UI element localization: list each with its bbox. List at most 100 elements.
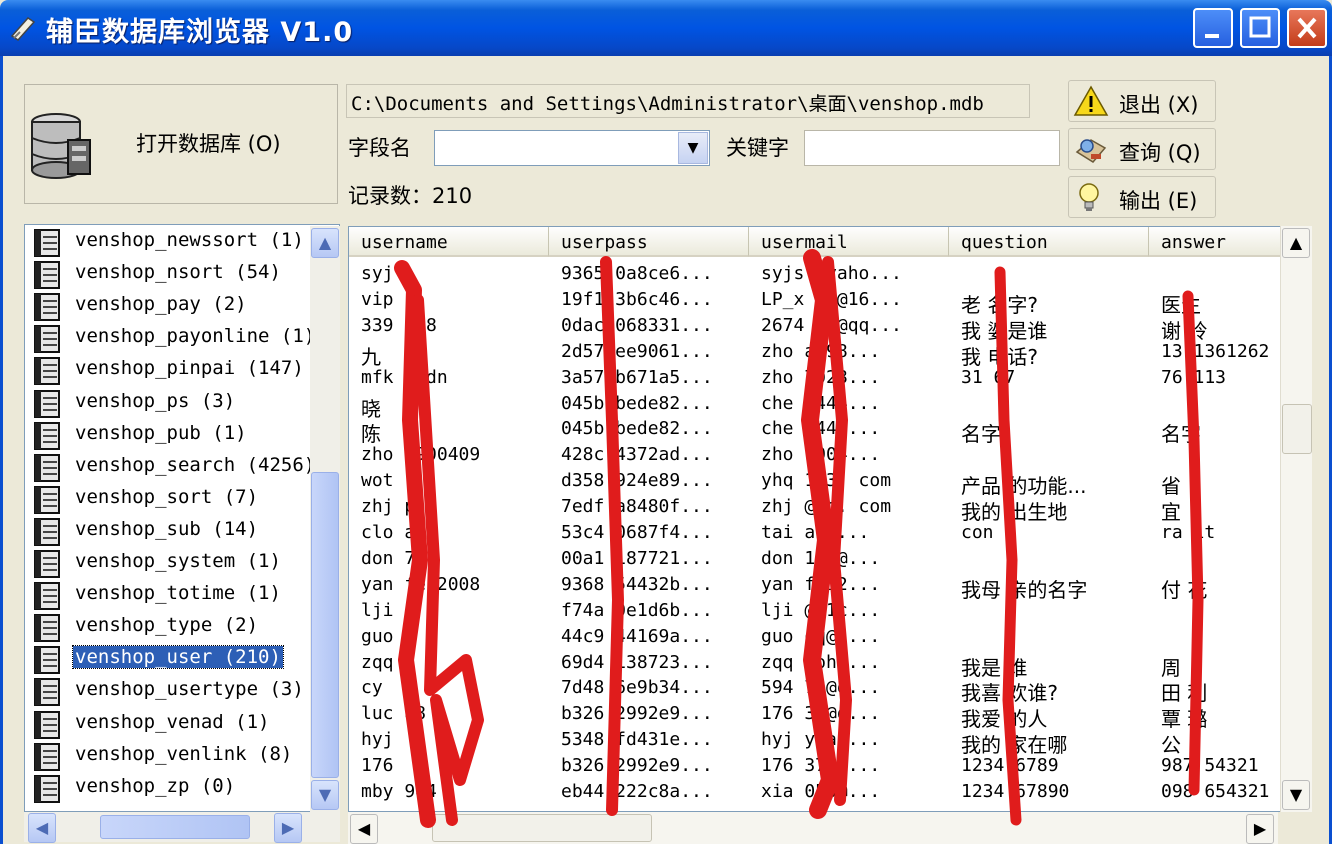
- column-header-usermail[interactable]: usermail: [749, 227, 949, 257]
- table-list-item[interactable]: venshop_zp (0): [31, 773, 321, 805]
- scroll-thumb[interactable]: [100, 815, 250, 839]
- grid-cell[interactable]: clo an: [349, 522, 549, 548]
- grid-cell[interactable]: 晓: [349, 393, 549, 419]
- grid-cell[interactable]: che e444...: [749, 393, 949, 419]
- scroll-down-icon[interactable]: ▼: [311, 780, 339, 810]
- grid-cell[interactable]: 产品 的功能...: [949, 470, 1149, 496]
- grid-cell[interactable]: 428c 4372ad...: [549, 444, 749, 470]
- grid-cell[interactable]: 九: [349, 341, 549, 367]
- scroll-down-icon[interactable]: ▼: [1282, 780, 1310, 810]
- grid-cell[interactable]: 我的 出生地: [949, 496, 1149, 522]
- table-list-horizontal-scrollbar[interactable]: ◀ ▶: [24, 812, 340, 843]
- grid-cell[interactable]: vip c: [349, 289, 549, 315]
- grid-cell[interactable]: 5348 fd431e...: [549, 729, 749, 755]
- grid-cell[interactable]: 31 67: [949, 367, 1149, 393]
- grid-cell[interactable]: mfk dhdn: [349, 367, 549, 393]
- grid-cell[interactable]: 1234 6789: [949, 755, 1149, 781]
- grid-cell[interactable]: syj: [349, 263, 549, 289]
- grid-cell[interactable]: syjs @yaho...: [749, 263, 949, 289]
- grid-cell[interactable]: 7edf a8480f...: [549, 496, 749, 522]
- scroll-left-icon[interactable]: ◀: [350, 814, 378, 844]
- grid-cell[interactable]: 2674 91@qq...: [749, 315, 949, 341]
- grid-cell[interactable]: 19f1 3b6c46...: [549, 289, 749, 315]
- grid-cell[interactable]: 339 098: [349, 315, 549, 341]
- scroll-thumb[interactable]: [432, 814, 652, 842]
- scroll-up-icon[interactable]: ▲: [311, 228, 339, 258]
- exit-button[interactable]: 退出 (X): [1068, 80, 1216, 122]
- table-list-item[interactable]: venshop_ps (3): [31, 388, 321, 420]
- grid-cell[interactable]: 老 名字?: [949, 289, 1149, 315]
- grid-cell[interactable]: 9368 54432b...: [549, 574, 749, 600]
- table-list-item[interactable]: venshop_type (2): [31, 612, 321, 644]
- grid-cell[interactable]: [949, 444, 1149, 470]
- table-list-item[interactable]: venshop_sort (7): [31, 484, 321, 516]
- grid-cell[interactable]: 44c9 44169a...: [549, 626, 749, 652]
- grid-cell[interactable]: 176: [349, 755, 549, 781]
- grid-cell[interactable]: d358 924e89...: [549, 470, 749, 496]
- scroll-left-icon[interactable]: ◀: [28, 813, 56, 843]
- grid-cell[interactable]: zqq 7: [349, 652, 549, 678]
- scroll-thumb[interactable]: [311, 472, 339, 778]
- table-list[interactable]: venshop_newssort (1) venshop_nsort (54) ve…: [24, 224, 340, 812]
- grid-cell[interactable]: 3a57 b671a5...: [549, 367, 749, 393]
- grid-cell[interactable]: 176 37@q...: [749, 755, 949, 781]
- grid-cell[interactable]: 69d4 138723...: [549, 652, 749, 678]
- grid-cell[interactable]: guo qq@1...: [749, 626, 949, 652]
- grid-cell[interactable]: 0dac 068331...: [549, 315, 749, 341]
- table-list-item[interactable]: venshop_newssort (1): [31, 227, 321, 259]
- grid-cell[interactable]: zho n900409: [349, 444, 549, 470]
- minimize-button[interactable]: [1193, 8, 1233, 48]
- grid-cell[interactable]: 045b bede82...: [549, 393, 749, 419]
- table-list-item[interactable]: venshop_totime (1): [31, 580, 321, 612]
- scroll-up-icon[interactable]: ▲: [1282, 228, 1310, 258]
- query-button[interactable]: 查询 (Q): [1068, 128, 1216, 170]
- grid-cell[interactable]: xia 050@...: [749, 781, 949, 807]
- grid-cell[interactable]: zho a198...: [749, 341, 949, 367]
- grid-cell[interactable]: 我喜 欢谁?: [949, 677, 1149, 703]
- grid-horizontal-scrollbar[interactable]: ◀ ▶: [348, 812, 1278, 844]
- grid-cell[interactable]: 我是 谁: [949, 652, 1149, 678]
- grid-cell[interactable]: hyj yeah...: [749, 729, 949, 755]
- table-list-item[interactable]: venshop_venlink (8): [31, 741, 321, 773]
- grid-cell[interactable]: 594 78@q...: [749, 677, 949, 703]
- table-list-item[interactable]: venshop_pub (1): [31, 420, 321, 452]
- grid-cell[interactable]: b326 2992e9...: [549, 703, 749, 729]
- grid-cell[interactable]: f74a 0e1d6b...: [549, 600, 749, 626]
- grid-cell[interactable]: b326 2992e9...: [549, 755, 749, 781]
- scroll-thumb[interactable]: [1282, 404, 1312, 454]
- grid-cell[interactable]: lji @21c...: [749, 600, 949, 626]
- grid-cell[interactable]: don 7: [349, 548, 549, 574]
- grid-cell[interactable]: don 127@...: [749, 548, 949, 574]
- table-list-item[interactable]: venshop_system (1): [31, 548, 321, 580]
- grid-cell[interactable]: [949, 600, 1149, 626]
- grid-cell[interactable]: lji 5: [349, 600, 549, 626]
- grid-cell[interactable]: yan fei2008: [349, 574, 549, 600]
- table-list-item[interactable]: venshop_user (210): [31, 644, 321, 676]
- grid-cell[interactable]: 00a1 187721...: [549, 548, 749, 574]
- grid-cell[interactable]: 2d57 ee9061...: [549, 341, 749, 367]
- grid-cell[interactable]: 7d48 6e9b34...: [549, 677, 749, 703]
- grid-cell[interactable]: zhj @qq. com: [749, 496, 949, 522]
- grid-cell[interactable]: cy: [349, 677, 549, 703]
- close-button[interactable]: [1287, 8, 1327, 48]
- scroll-right-icon[interactable]: ▶: [274, 813, 302, 843]
- table-list-item[interactable]: venshop_sub (14): [31, 516, 321, 548]
- grid-cell[interactable]: 陈: [349, 418, 549, 444]
- field-name-select[interactable]: ▼: [434, 130, 710, 166]
- grid-cell[interactable]: zho 9004...: [749, 444, 949, 470]
- grid-cell[interactable]: tai an@...: [749, 522, 949, 548]
- grid-cell[interactable]: guo e: [349, 626, 549, 652]
- table-list-item[interactable]: venshop_venad (1): [31, 709, 321, 741]
- grid-cell[interactable]: 045b bede82...: [549, 418, 749, 444]
- column-header-question[interactable]: question: [949, 227, 1149, 257]
- data-grid[interactable]: username userpass usermail question answer sy…: [348, 226, 1310, 812]
- maximize-button[interactable]: [1240, 8, 1280, 48]
- grid-cell[interactable]: zho 7028...: [749, 367, 949, 393]
- grid-cell[interactable]: yan fei2...: [749, 574, 949, 600]
- grid-cell[interactable]: zqq sohu...: [749, 652, 949, 678]
- grid-cell[interactable]: mby 984: [349, 781, 549, 807]
- grid-cell[interactable]: [949, 548, 1149, 574]
- grid-cell[interactable]: eb44 222c8a...: [549, 781, 749, 807]
- grid-cell[interactable]: 我母 亲的名字: [949, 574, 1149, 600]
- grid-cell[interactable]: hyj: [349, 729, 549, 755]
